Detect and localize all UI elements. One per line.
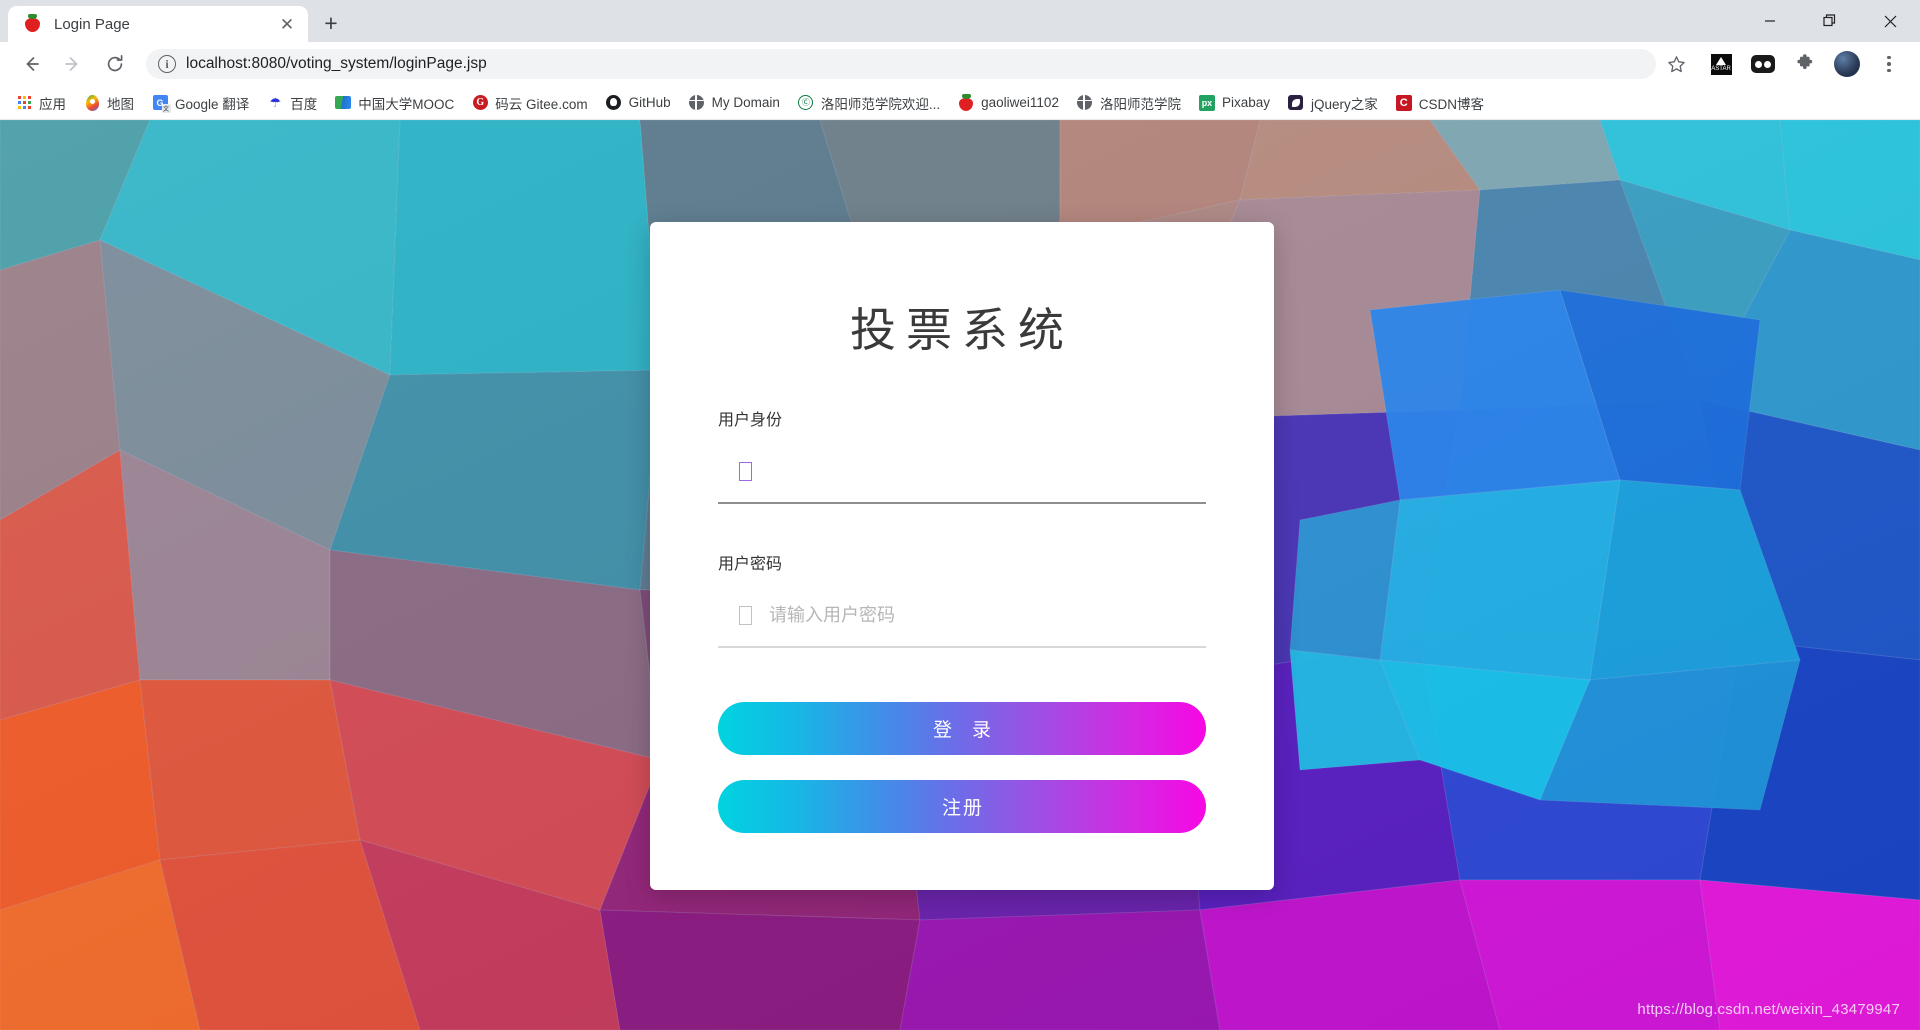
globe-icon [1077, 95, 1093, 111]
bookmark-mooc[interactable]: 中国大学MOOC [327, 90, 462, 116]
bookmark-label: 地图 [107, 96, 134, 112]
address-bar-url: localhost:8080/voting_system/loginPage.j… [186, 55, 487, 72]
tab-title: Login Page [54, 15, 130, 33]
login-button[interactable]: 登 录 [718, 702, 1206, 755]
bookmarks-bar: 应用 地图 G Google 翻译 ☂ 百度 中国大学MOOC G 码云 Git… [0, 86, 1920, 120]
extension-eyes-icon[interactable] [1746, 47, 1780, 81]
google-translate-icon: G [152, 95, 171, 113]
field-user-password: 用户密码 [718, 550, 1206, 648]
bookmark-label: GitHub [628, 95, 671, 110]
field-label: 用户身份 [718, 410, 783, 429]
csdn-icon: C [1395, 94, 1412, 111]
bookmark-label: 百度 [290, 96, 318, 112]
globe-icon [689, 95, 705, 111]
field-row[interactable] [718, 452, 1206, 490]
bookmark-google-translate[interactable]: G Google 翻译 [144, 90, 257, 116]
toolbar-actions: ASTAR [1700, 47, 1910, 81]
pixabay-icon: px [1198, 94, 1215, 111]
google-maps-icon [84, 94, 100, 111]
page-title: 投票系统 [850, 303, 1074, 357]
baidu-icon: ☂ [269, 95, 282, 110]
chrome-menu-icon[interactable] [1872, 47, 1906, 81]
watermark-text: https://blog.csdn.net/weixin_43479947 [1637, 1001, 1900, 1018]
gitee-icon: G [472, 95, 488, 111]
bookmark-pixabay[interactable]: px Pixabay [1191, 90, 1278, 116]
bookmark-gitee[interactable]: G 码云 Gitee.com [464, 90, 595, 116]
apps-grid-icon [16, 95, 32, 111]
close-window-icon[interactable] [1860, 0, 1920, 42]
browser-toolbar: i localhost:8080/voting_system/loginPage… [0, 42, 1920, 86]
back-arrow-icon[interactable] [13, 46, 49, 82]
profile-avatar[interactable] [1830, 47, 1864, 81]
field-underline [718, 502, 1206, 504]
bookmark-label: Pixabay [1221, 95, 1270, 110]
window-controls [1740, 0, 1920, 42]
bookmark-label: CSDN博客 [1418, 96, 1485, 112]
bookmark-label: 应用 [39, 96, 66, 112]
tofu-missing-glyph-icon [739, 605, 752, 625]
bookmark-csdn[interactable]: C CSDN博客 [1388, 90, 1492, 116]
field-user-identity: 用户身份 [718, 406, 1206, 504]
bookmark-label: jQuery之家 [1310, 96, 1378, 112]
browser-window: Login Page ✕ + i localhost:8080/voting_s… [0, 0, 1920, 1030]
register-button[interactable]: 注册 [718, 780, 1206, 833]
bookmark-label: 码云 Gitee.com [495, 96, 588, 112]
github-icon [606, 95, 622, 111]
bookmark-jquery[interactable]: jQuery之家 [1280, 90, 1386, 116]
login-card: 投票系统 用户身份 用户密码 登 录 注册 [650, 222, 1274, 890]
field-label: 用户密码 [718, 554, 783, 573]
tab-strip: Login Page ✕ + [0, 0, 348, 42]
user-password-input[interactable] [769, 600, 1206, 630]
close-tab-icon[interactable]: ✕ [276, 13, 298, 35]
field-underline [718, 646, 1206, 648]
bookmark-label: gaoliwei1102 [981, 95, 1059, 110]
bookmark-label: My Domain [711, 95, 780, 110]
bookmark-star-icon[interactable] [1662, 50, 1690, 78]
extensions-puzzle-icon[interactable] [1788, 47, 1822, 81]
address-bar[interactable]: i localhost:8080/voting_system/loginPage… [146, 49, 1685, 79]
forward-arrow-icon [55, 46, 91, 82]
mooc-icon [335, 95, 352, 111]
new-tab-button[interactable]: + [314, 6, 348, 40]
bookmark-apps[interactable]: 应用 [8, 90, 74, 116]
info-circle-icon[interactable]: i [158, 55, 176, 73]
strawberry-icon [958, 93, 974, 111]
jquery-icon [1288, 95, 1304, 111]
bookmark-github[interactable]: GitHub [598, 90, 679, 116]
bookmark-label: 洛阳师范学院 [1099, 96, 1181, 112]
page-viewport: 投票系统 用户身份 用户密码 登 录 注册 https://blog.csdn.… [0, 120, 1920, 1030]
bookmark-my-domain[interactable]: My Domain [681, 90, 788, 116]
extension-astar-icon[interactable]: ASTAR [1704, 47, 1738, 81]
strawberry-icon [24, 14, 42, 33]
bookmark-label: 中国大学MOOC [358, 96, 455, 112]
tofu-missing-glyph-icon [739, 461, 752, 481]
bookmark-gaoliwei1102[interactable]: gaoliwei1102 [950, 90, 1067, 116]
bookmark-label: 洛阳师范学院欢迎... [820, 96, 941, 112]
lynu-seal-icon: Ⓒ [798, 95, 814, 111]
bookmark-label: Google 翻译 [175, 96, 250, 112]
field-row[interactable] [718, 596, 1206, 634]
bookmark-lynu[interactable]: 洛阳师范学院 [1069, 90, 1189, 116]
bookmark-baidu[interactable]: ☂ 百度 [259, 90, 325, 116]
tab-login-page[interactable]: Login Page ✕ [8, 6, 308, 42]
bookmark-lynu-welcome[interactable]: Ⓒ 洛阳师范学院欢迎... [790, 90, 948, 116]
bookmark-maps[interactable]: 地图 [76, 90, 142, 116]
restore-icon[interactable] [1800, 0, 1860, 42]
minimize-icon[interactable] [1740, 0, 1800, 42]
reload-icon[interactable] [97, 46, 133, 82]
user-identity-input[interactable] [769, 456, 1206, 486]
browser-titlebar: Login Page ✕ + [0, 0, 1920, 42]
card-actions: 登 录 注册 [718, 702, 1206, 833]
